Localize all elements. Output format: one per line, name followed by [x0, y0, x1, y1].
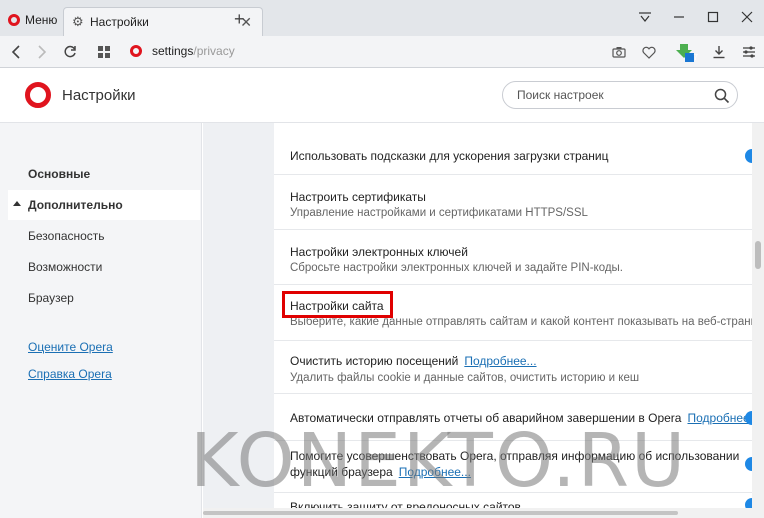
- download-extension-icon: [676, 44, 694, 62]
- scroll-thumb[interactable]: [755, 241, 761, 269]
- setting-title-wrap: Очистить историю посещений Подробнее...: [290, 354, 537, 368]
- highlight-box: [282, 291, 393, 318]
- minimize-icon[interactable]: [662, 0, 696, 34]
- downloads-icon[interactable]: [704, 40, 734, 64]
- window-controls: [628, 0, 764, 36]
- learn-more-link[interactable]: Подробнее...: [464, 354, 536, 368]
- forward-button[interactable]: [32, 42, 52, 62]
- tab-menu-icon[interactable]: [628, 0, 662, 34]
- setting-title-wrap: функций браузера Подробнее...: [290, 465, 471, 479]
- setting-row-crash-reports[interactable]: Автоматически отправлять отчеты об авари…: [274, 394, 760, 441]
- tab-title: Настройки: [90, 15, 149, 29]
- new-tab-button[interactable]: +: [234, 9, 245, 30]
- extension-button[interactable]: 7: [664, 40, 704, 64]
- search-icon[interactable]: [714, 88, 730, 104]
- sidebar-item-browser[interactable]: Браузер: [8, 283, 200, 313]
- setting-title: Использовать подсказки для ускорения заг…: [290, 149, 609, 163]
- setting-title-line2: функций браузера: [290, 465, 393, 479]
- menu-label: Меню: [25, 13, 58, 27]
- settings-content: Использовать подсказки для ускорения заг…: [203, 123, 764, 518]
- reload-button[interactable]: [60, 42, 80, 62]
- address-bar: settings/privacy 7: [0, 36, 764, 68]
- sidebar-item-features[interactable]: Возможности: [8, 252, 200, 282]
- setting-row-usage-stats[interactable]: Помогите усовершенствовать Opera, отправ…: [274, 441, 759, 493]
- extension-badge: 7: [693, 53, 698, 62]
- sidebar-item-advanced[interactable]: Дополнительно: [8, 190, 200, 220]
- setting-subtitle: Сбросьте настройки электронных ключей и …: [290, 262, 624, 274]
- back-button[interactable]: [6, 42, 26, 62]
- setting-subtitle: Управление настройками и сертификатами H…: [290, 207, 588, 219]
- sidebar-item-label: Дополнительно: [28, 198, 123, 212]
- setting-row-security-keys[interactable]: Настройки электронных ключей Сбросьте на…: [274, 230, 753, 285]
- settings-header: Настройки: [0, 68, 764, 123]
- url-host: settings: [152, 44, 194, 58]
- caret-up-icon: [13, 201, 21, 206]
- opera-menu-button[interactable]: Меню: [0, 6, 60, 34]
- setting-row-certificates[interactable]: Настроить сертификаты Управление настрой…: [274, 175, 753, 230]
- heart-icon[interactable]: [634, 40, 664, 64]
- setting-subtitle: Удалить файлы cookie и данные сайтов, оч…: [290, 372, 640, 384]
- opera-logo-icon: [130, 45, 142, 57]
- title-bar: Меню ⚙ Настройки ✕ +: [0, 0, 764, 36]
- url-field[interactable]: settings/privacy: [130, 44, 235, 58]
- tab-settings[interactable]: ⚙ Настройки ✕: [63, 7, 263, 36]
- reload-icon: [64, 45, 76, 58]
- maximize-icon[interactable]: [696, 0, 730, 34]
- chevron-left-icon: [11, 45, 20, 59]
- gear-icon: ⚙: [72, 14, 84, 29]
- horizontal-scrollbar[interactable]: [203, 508, 752, 518]
- sidebar-item-label: Безопасность: [28, 229, 105, 243]
- sidebar-item-basic[interactable]: Основные: [8, 159, 200, 189]
- grid-icon: [98, 46, 110, 58]
- page-title: Настройки: [62, 87, 136, 104]
- opera-help-link[interactable]: Справка Opera: [28, 367, 112, 381]
- learn-more-link[interactable]: Подробнее...: [399, 465, 471, 479]
- opera-logo-icon: [25, 82, 51, 108]
- sidebar: Основные Дополнительно Безопасность Возм…: [0, 123, 202, 518]
- sidebar-item-label: Браузер: [28, 291, 74, 305]
- setting-title: Очистить историю посещений: [290, 354, 459, 368]
- setting-title-wrap: Автоматически отправлять отчеты об авари…: [290, 411, 760, 425]
- camera-icon[interactable]: [604, 40, 634, 64]
- sidebar-item-security[interactable]: Безопасность: [8, 221, 200, 251]
- opera-logo-icon: [8, 14, 20, 26]
- setting-title: Автоматически отправлять отчеты об авари…: [290, 411, 682, 425]
- easy-setup-button[interactable]: [94, 42, 114, 62]
- setting-title: Настройки электронных ключей: [290, 245, 468, 259]
- vertical-scrollbar[interactable]: [752, 123, 764, 518]
- easy-setup-icon[interactable]: [734, 40, 764, 64]
- sidebar-item-label: Основные: [28, 167, 91, 181]
- setting-title: Помогите усовершенствовать Opera, отправ…: [290, 449, 740, 463]
- scroll-thumb[interactable]: [203, 511, 678, 515]
- rate-opera-link[interactable]: Оцените Opera: [28, 340, 113, 354]
- setting-title: Настроить сертификаты: [290, 190, 426, 204]
- close-window-icon[interactable]: [730, 0, 764, 34]
- search-input[interactable]: [502, 81, 738, 109]
- sidebar-item-label: Возможности: [28, 260, 103, 274]
- url-path: /privacy: [193, 44, 235, 58]
- setting-row-prefetch[interactable]: Использовать подсказки для ускорения заг…: [274, 123, 759, 175]
- address-bar-actions: 7: [604, 40, 764, 64]
- chevron-right-icon: [38, 45, 47, 59]
- setting-row-clear-history[interactable]: Очистить историю посещений Подробнее... У…: [274, 341, 753, 394]
